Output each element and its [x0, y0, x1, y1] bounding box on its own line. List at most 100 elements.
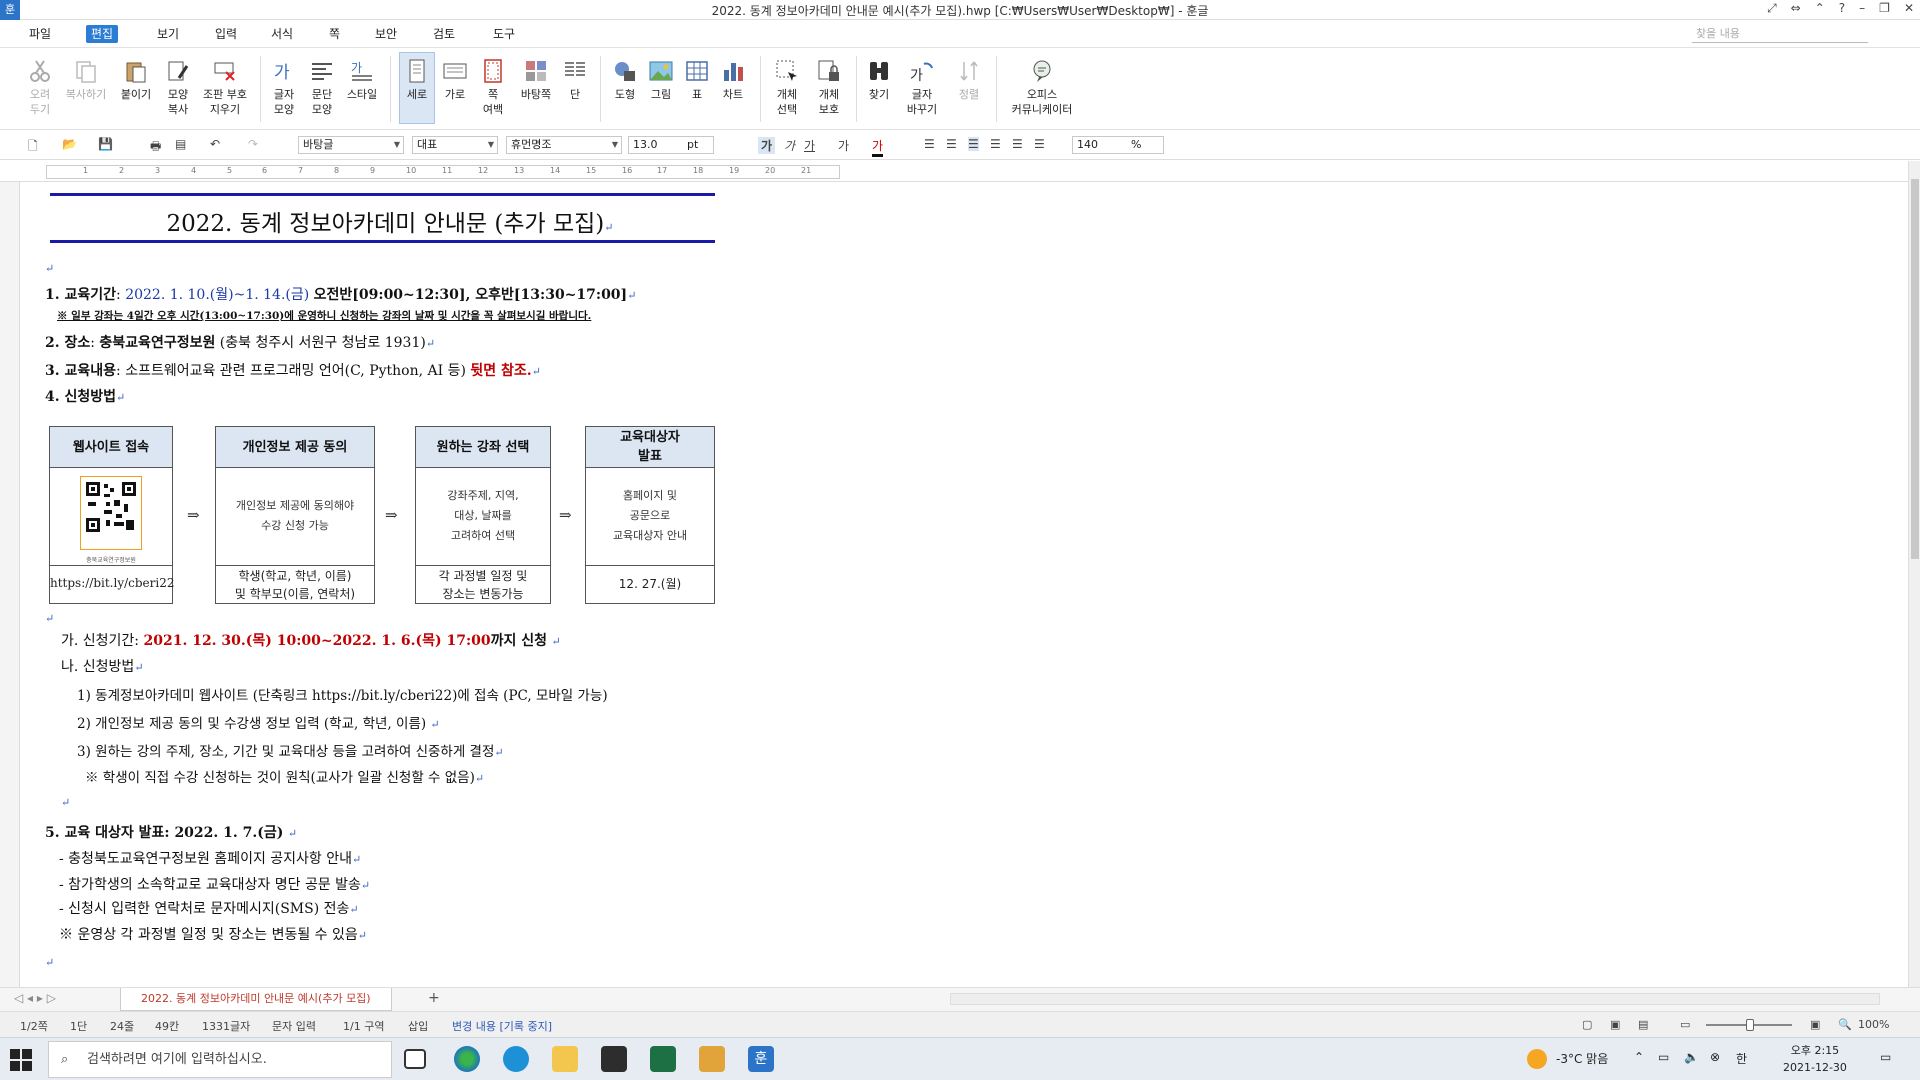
vertical-scrollbar[interactable]	[1908, 161, 1920, 987]
font-select[interactable]: 휴먼명조 ▼	[506, 136, 622, 154]
column-button[interactable]: 단	[562, 58, 588, 102]
document-area[interactable]: 2022. 동계 정보아카데미 안내문 (추가 모집)↵ ↵ 1. 교육기간: …	[20, 182, 1908, 987]
status-insert[interactable]: 삽입	[408, 1018, 428, 1034]
landscape-button[interactable]: 가로	[440, 58, 470, 102]
paste-button[interactable]: 붙이기	[118, 58, 154, 102]
office-communicator-button[interactable]: 오피스 커뮤니케이터	[1006, 58, 1078, 117]
view-normal-icon[interactable]: ▢	[1582, 1018, 1592, 1031]
ime-language[interactable]: 한	[1736, 1050, 1747, 1067]
weather-icon[interactable]	[1527, 1049, 1547, 1069]
preview-icon[interactable]: ▤	[175, 137, 186, 151]
file-explorer-icon[interactable]	[552, 1046, 578, 1072]
sticky-notes-icon[interactable]	[601, 1046, 627, 1072]
horizontal-scrollbar[interactable]	[950, 993, 1880, 1005]
style-button[interactable]: 가 스타일	[344, 58, 380, 102]
weather-text[interactable]: -3°C 맑음	[1556, 1050, 1608, 1067]
find-input[interactable]: 찾을 내용	[1692, 25, 1868, 43]
new-doc-icon[interactable]: 🗋	[28, 137, 38, 158]
scroll-thumb[interactable]	[1911, 179, 1919, 559]
menu-tools[interactable]: 도구	[488, 25, 520, 43]
language-select[interactable]: 대표 ▼	[412, 136, 498, 154]
fit-page-icon[interactable]: ▣	[1810, 1018, 1820, 1031]
chart-button[interactable]: 차트	[718, 58, 748, 102]
document-tab[interactable]: 2022. 동계 정보아카데미 안내문 예시(추가 모집)	[120, 988, 392, 1011]
tab-nav-icon[interactable]: ◁ ◂ ▸ ▷	[14, 991, 56, 1005]
magnifier-icon[interactable]: 🔍	[1838, 1018, 1852, 1031]
menu-format[interactable]: 서식	[266, 25, 298, 43]
minimize-button[interactable]: –	[1859, 1, 1865, 16]
erase-code-button[interactable]: 조판 부호 지우기	[200, 58, 250, 117]
qr-code-icon[interactable]	[79, 475, 143, 551]
windows-start-icon[interactable]	[10, 1049, 32, 1071]
status-track-changes[interactable]: 변경 내용 [기록 중지]	[452, 1018, 552, 1034]
menu-security[interactable]: 보안	[370, 25, 402, 43]
help-icon[interactable]: ?	[1839, 1, 1845, 16]
align-justify-icon[interactable]: ☰	[924, 137, 935, 151]
task-view-icon[interactable]	[404, 1049, 426, 1069]
vertical-ruler[interactable]	[0, 182, 20, 987]
zoom-out-icon[interactable]: ▭	[1680, 1018, 1690, 1031]
italic-button[interactable]: 가	[784, 137, 795, 154]
format-copy-button[interactable]: 모양 복사	[162, 58, 194, 117]
style-select[interactable]: 바탕글 ▼	[298, 136, 404, 154]
zoom-slider-thumb[interactable]	[1746, 1019, 1754, 1031]
divide-icon[interactable]: ☰	[1034, 137, 1045, 151]
zoom-input[interactable]: 140%	[1072, 136, 1164, 154]
image-viewer-icon[interactable]	[699, 1046, 725, 1072]
tray-chevron-icon[interactable]: ⌃	[1634, 1050, 1644, 1064]
horizontal-ruler[interactable]: 1 2 3 4 5 6 7 8 9 10 11 12 13 14 15 16 17 18 19 20 21	[0, 161, 1920, 182]
zoom-slider[interactable]	[1706, 1019, 1792, 1031]
find-button[interactable]: 찾기	[864, 58, 894, 102]
underline-button[interactable]: 가	[804, 137, 815, 154]
resize-icon[interactable]: ⇔	[1791, 1, 1801, 16]
taskbar-clock[interactable]: 오후 2:15 2021-12-30	[1783, 1042, 1847, 1076]
menu-edit[interactable]: 편집	[86, 25, 119, 43]
restore-button[interactable]: ❐	[1879, 1, 1890, 16]
undo-icon[interactable]: ↶	[210, 137, 220, 151]
volume-icon[interactable]: 🔈	[1684, 1050, 1699, 1064]
protect-object-button[interactable]: 개체 보호	[812, 58, 846, 117]
char-shape-button[interactable]: 가 글자 모양	[268, 58, 300, 117]
close-button[interactable]: ✕	[1904, 1, 1914, 16]
portrait-button[interactable]: 세로	[399, 52, 435, 124]
font-size-input[interactable]: 13.0 pt	[628, 136, 714, 154]
align-left-icon[interactable]: ☰	[946, 137, 957, 151]
fullscreen-icon[interactable]: ⤢	[1767, 1, 1777, 16]
distribute-icon[interactable]: ☰	[1012, 137, 1023, 151]
excel-icon[interactable]	[650, 1046, 676, 1072]
select-object-button[interactable]: 개체 선택	[770, 58, 804, 117]
table-button[interactable]: 표	[682, 58, 712, 102]
redo-icon[interactable]: ↷	[248, 137, 258, 151]
view-web-icon[interactable]: ▣	[1610, 1018, 1620, 1031]
bold-button[interactable]: 가	[758, 137, 776, 154]
menu-file[interactable]: 파일	[24, 25, 56, 43]
open-folder-icon[interactable]: 📂	[62, 137, 77, 151]
taskbar-search-input[interactable]: ⌕ 검색하려면 여기에 입력하십시오.	[48, 1041, 392, 1078]
master-page-button[interactable]: 바탕쪽	[516, 58, 556, 102]
menu-view[interactable]: 보기	[152, 25, 184, 43]
menu-page[interactable]: 쪽	[324, 25, 345, 43]
notification-icon[interactable]: ▭	[1880, 1050, 1891, 1064]
status-zoom[interactable]: 100%	[1858, 1018, 1889, 1031]
view-page-icon[interactable]: ▤	[1638, 1018, 1648, 1031]
save-icon[interactable]: 💾	[98, 137, 113, 151]
align-right-icon[interactable]: ☰	[990, 137, 1001, 151]
edge-browser-icon[interactable]	[454, 1046, 480, 1072]
menu-insert[interactable]: 입력	[210, 25, 242, 43]
menu-review[interactable]: 검토	[428, 25, 460, 43]
sort-button[interactable]: 정렬	[954, 58, 984, 102]
ie-browser-icon[interactable]	[503, 1046, 529, 1072]
para-shape-button[interactable]: 문단 모양	[306, 58, 338, 117]
picture-button[interactable]: 그림	[646, 58, 676, 102]
strike-button[interactable]: 가	[838, 137, 849, 154]
font-color-button[interactable]: 가	[872, 137, 884, 157]
cut-button[interactable]: 오려 두기	[24, 58, 56, 117]
status-page[interactable]: 1/2쪽	[20, 1018, 48, 1034]
hwp-app-icon[interactable]: 훈	[748, 1046, 774, 1072]
page-margin-button[interactable]: 쪽 여백	[476, 58, 510, 117]
network-icon[interactable]: ▭	[1658, 1050, 1669, 1064]
replace-button[interactable]: 가 글자 바꾸기	[902, 58, 942, 117]
ime-mode-icon[interactable]: ⊗	[1710, 1050, 1720, 1064]
copy-button[interactable]: 복사하기	[62, 58, 110, 102]
align-center-icon[interactable]: ☰	[968, 137, 979, 151]
